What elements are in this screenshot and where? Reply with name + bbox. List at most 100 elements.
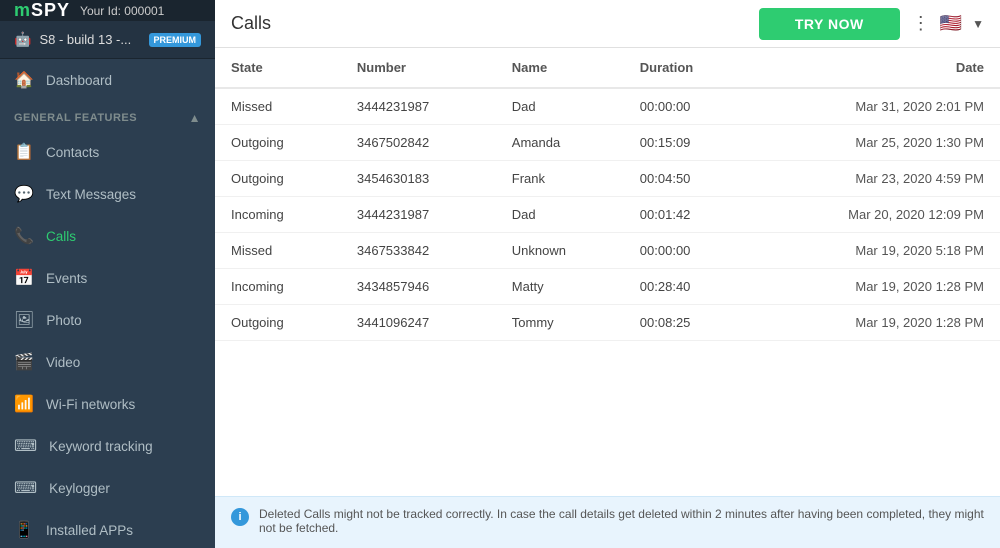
sidebar-item-wifi-networks-label: Wi-Fi networks [46,397,135,412]
try-now-button[interactable]: TRY NOW [759,8,900,40]
sidebar-item-installed-apps[interactable]: 📱 Installed APPs [0,509,215,548]
table-header-row: State Number Name Duration Date [215,48,1000,88]
cell-date: Mar 20, 2020 12:09 PM [751,197,1000,233]
sidebar-item-contacts[interactable]: 📋 Contacts [0,131,215,173]
cell-state: Missed [215,233,341,269]
table-row: Outgoing 3454630183 Frank 00:04:50 Mar 2… [215,161,1000,197]
sidebar-item-dashboard[interactable]: 🏠 Dashboard [0,59,215,101]
cell-state: Incoming [215,197,341,233]
cell-name: Matty [496,269,624,305]
premium-badge: PREMIUM [149,33,202,47]
table-row: Missed 3444231987 Dad 00:00:00 Mar 31, 2… [215,88,1000,125]
table-row: Missed 3467533842 Unknown 00:00:00 Mar 1… [215,233,1000,269]
cell-duration: 00:00:00 [624,88,751,125]
cell-duration: 00:08:25 [624,305,751,341]
sidebar-item-keylogger-label: Keylogger [49,481,110,496]
sidebar-item-text-messages-label: Text Messages [46,187,136,202]
general-features-label: GENERAL FEATURES [14,112,137,124]
sidebar-item-events-label: Events [46,271,87,286]
wifi-icon: 📶 [14,394,34,414]
col-duration: Duration [624,48,751,88]
general-features-section: GENERAL FEATURES ▲ [0,101,215,131]
sidebar-item-photo-label: Photo [46,313,81,328]
cell-number: 3467502842 [341,125,496,161]
table-row: Outgoing 3441096247 Tommy 00:08:25 Mar 1… [215,305,1000,341]
flag-icon[interactable]: 🇺🇸 [940,13,962,34]
user-id: Your Id: 000001 [80,4,164,18]
cell-name: Dad [496,197,624,233]
cell-duration: 00:15:09 [624,125,751,161]
more-options-icon[interactable]: ⋮ [912,13,930,34]
sidebar-item-calls[interactable]: 📞 Calls [0,215,215,257]
cell-date: Mar 19, 2020 1:28 PM [751,305,1000,341]
cell-name: Unknown [496,233,624,269]
keyword-icon: ⌨ [14,436,37,456]
col-state: State [215,48,341,88]
sidebar-item-calls-label: Calls [46,229,76,244]
cell-state: Incoming [215,269,341,305]
sidebar-item-events[interactable]: 📅 Events [0,257,215,299]
cell-date: Mar 25, 2020 1:30 PM [751,125,1000,161]
cell-date: Mar 31, 2020 2:01 PM [751,88,1000,125]
calls-table: State Number Name Duration Date Missed 3… [215,48,1000,341]
cell-number: 3444231987 [341,197,496,233]
sidebar-item-keyword-tracking-label: Keyword tracking [49,439,153,454]
sidebar-item-video[interactable]: 🎬 Video [0,341,215,383]
cell-duration: 00:00:00 [624,233,751,269]
cell-name: Dad [496,88,624,125]
installed-apps-icon: 📱 [14,520,34,540]
cell-number: 3441096247 [341,305,496,341]
cell-name: Frank [496,161,624,197]
cell-date: Mar 19, 2020 1:28 PM [751,269,1000,305]
info-text: Deleted Calls might not be tracked corre… [259,507,984,535]
sidebar-item-installed-apps-label: Installed APPs [46,523,133,538]
col-name: Name [496,48,624,88]
cell-name: Tommy [496,305,624,341]
cell-number: 3444231987 [341,88,496,125]
messages-icon: 💬 [14,184,34,204]
sidebar-item-wifi-networks[interactable]: 📶 Wi-Fi networks [0,383,215,425]
cell-duration: 00:01:42 [624,197,751,233]
table-row: Outgoing 3467502842 Amanda 00:15:09 Mar … [215,125,1000,161]
sidebar-item-keylogger[interactable]: ⌨ Keylogger [0,467,215,509]
cell-number: 3434857946 [341,269,496,305]
calls-table-wrapper: State Number Name Duration Date Missed 3… [215,48,1000,496]
home-icon: 🏠 [14,70,34,90]
calls-icon: 📞 [14,226,34,246]
chevron-up-icon: ▲ [189,111,201,125]
cell-state: Outgoing [215,125,341,161]
cell-state: Outgoing [215,305,341,341]
col-number: Number [341,48,496,88]
table-row: Incoming 3434857946 Matty 00:28:40 Mar 1… [215,269,1000,305]
keylogger-icon: ⌨ [14,478,37,498]
events-icon: 📅 [14,268,34,288]
photo-icon: 🖼 [14,310,34,330]
logo: mSPY [14,0,70,21]
cell-duration: 00:04:50 [624,161,751,197]
sidebar-item-keyword-tracking[interactable]: ⌨ Keyword tracking [0,425,215,467]
sidebar-item-contacts-label: Contacts [46,145,99,160]
device-row[interactable]: 🤖 S8 - build 13 -... PREMIUM [0,21,215,59]
top-bar-actions: ⋮ 🇺🇸 ▼ [912,13,984,34]
cell-date: Mar 23, 2020 4:59 PM [751,161,1000,197]
sidebar-item-video-label: Video [46,355,80,370]
cell-number: 3467533842 [341,233,496,269]
cell-state: Missed [215,88,341,125]
sidebar-item-dashboard-label: Dashboard [46,73,112,88]
device-name: S8 - build 13 -... [39,32,140,47]
video-icon: 🎬 [14,352,34,372]
sidebar-header: mSPY Your Id: 000001 [0,0,215,21]
android-icon: 🤖 [14,31,31,48]
sidebar-item-text-messages[interactable]: 💬 Text Messages [0,173,215,215]
table-row: Incoming 3444231987 Dad 00:01:42 Mar 20,… [215,197,1000,233]
cell-state: Outgoing [215,161,341,197]
info-icon: i [231,508,249,526]
contacts-icon: 📋 [14,142,34,162]
main-content: Calls TRY NOW ⋮ 🇺🇸 ▼ State Number Name D… [215,0,1000,548]
cell-duration: 00:28:40 [624,269,751,305]
sidebar: mSPY Your Id: 000001 🤖 S8 - build 13 -..… [0,0,215,548]
chevron-down-icon[interactable]: ▼ [972,17,984,31]
sidebar-item-photo[interactable]: 🖼 Photo [0,299,215,341]
cell-date: Mar 19, 2020 5:18 PM [751,233,1000,269]
info-bar: i Deleted Calls might not be tracked cor… [215,496,1000,548]
